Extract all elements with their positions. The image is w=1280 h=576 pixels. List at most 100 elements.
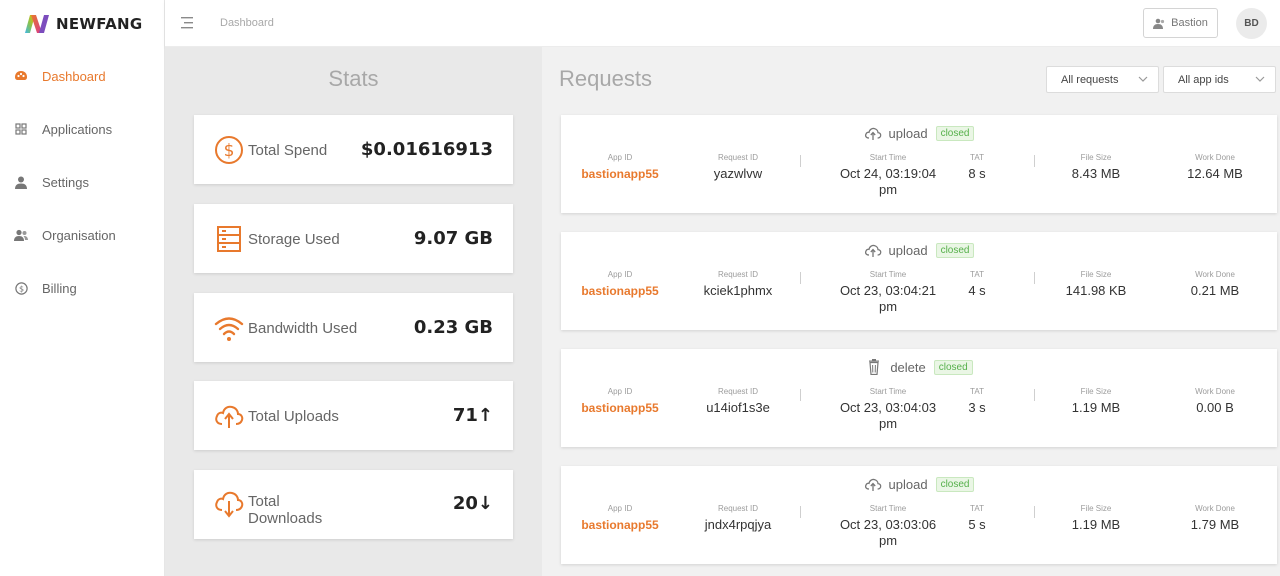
request-card[interactable]: delete closed App ID bastionapp55 Reques… [561, 349, 1277, 447]
work-done-column: Work Done 1.79 MB [1156, 504, 1274, 533]
tat-value: 8 s [968, 166, 986, 181]
brand-name: NEWFANG [56, 15, 143, 33]
app-id-link[interactable]: bastionapp55 [561, 166, 679, 182]
column-header: Start Time [869, 504, 907, 513]
stat-card-total-uploads: Total Uploads 71↑ [194, 381, 513, 450]
column-header: Request ID [717, 504, 759, 513]
start-time-column: Start Time Oct 23, 03:03:06 pm [821, 504, 955, 549]
sidebar-item-organisation[interactable]: Organisation [0, 220, 165, 250]
request-card[interactable]: upload closed App ID bastionapp55 Reques… [561, 115, 1277, 213]
column-header: TAT [970, 153, 984, 162]
tat-column: TAT 5 s [955, 504, 999, 533]
user-icon [1153, 18, 1165, 29]
tat-value: 4 s [968, 283, 986, 298]
user-icon [14, 175, 28, 189]
stats-panel: Stats $ Total Spend $0.01616913 Storage … [165, 47, 542, 576]
cloud-upload-icon [864, 127, 881, 140]
request-type-filter[interactable]: All requests [1046, 66, 1159, 93]
app-id-column: App ID bastionapp55 [561, 153, 679, 182]
request-type: delete [890, 359, 926, 375]
app-id-filter[interactable]: All app ids [1163, 66, 1276, 93]
column-header: File Size [1080, 270, 1112, 279]
request-type: upload [888, 125, 928, 141]
newfang-logo-icon [25, 15, 49, 33]
brand-logo[interactable]: NEWFANG [22, 12, 142, 36]
svg-text:$: $ [18, 284, 23, 293]
storage-icon [217, 226, 241, 252]
start-time-column: Start Time Oct 23, 03:04:21 pm [821, 270, 955, 315]
user-button[interactable]: Bastion [1143, 8, 1218, 38]
app-id-link[interactable]: bastionapp55 [561, 283, 679, 299]
request-id-value: u14iof1s3e [706, 400, 770, 415]
cloud-upload-icon [215, 405, 244, 428]
sidebar-item-billing[interactable]: $ Billing [0, 273, 165, 303]
sidebar-item-settings[interactable]: Settings [0, 167, 165, 197]
column-header: App ID [607, 270, 633, 279]
hamburger-menu-icon[interactable] [181, 16, 197, 30]
column-header: TAT [970, 504, 984, 513]
column-divider [800, 506, 801, 518]
column-header: Start Time [869, 153, 907, 162]
request-header: upload closed [561, 123, 1277, 143]
palette-icon [14, 69, 28, 83]
dollar-circle-icon: $ [14, 281, 28, 295]
stats-title: Stats [328, 66, 379, 91]
app-id-link[interactable]: bastionapp55 [561, 400, 679, 416]
users-icon [14, 228, 28, 242]
column-header: File Size [1080, 387, 1112, 396]
column-header: Start Time [869, 387, 907, 396]
tat-column: TAT 3 s [955, 387, 999, 416]
stat-card-total-downloads: Total Downloads 20↓ [194, 470, 513, 539]
requests-title: Requests [559, 66, 652, 91]
column-header: App ID [607, 153, 633, 162]
requests-panel: Requests All requests All app ids upload… [542, 47, 1280, 576]
avatar[interactable]: BD [1236, 8, 1267, 39]
request-id-column: Request ID yazwlvw [679, 153, 797, 182]
column-header: App ID [607, 504, 633, 513]
app-id-link[interactable]: bastionapp55 [561, 517, 679, 533]
tat-value: 5 s [968, 517, 986, 532]
app-id-column: App ID bastionapp55 [561, 387, 679, 416]
file-size-value: 1.19 MB [1071, 517, 1121, 532]
sidebar-item-dashboard[interactable]: Dashboard [0, 61, 165, 91]
start-time-value: Oct 23, 03:03:06 pm [839, 517, 937, 548]
column-divider [800, 272, 801, 284]
column-header: TAT [970, 387, 984, 396]
column-divider [1034, 155, 1035, 167]
work-done-column: Work Done 0.00 B [1156, 387, 1274, 416]
column-header: File Size [1080, 504, 1112, 513]
app-id-column: App ID bastionapp55 [561, 504, 679, 533]
filter-selected-value: All app ids [1178, 73, 1229, 86]
sidebar: NEWFANG Dashboard Applications Settings … [0, 0, 165, 576]
column-header: Work Done [1195, 387, 1235, 396]
request-type: upload [888, 242, 928, 258]
sidebar-item-applications[interactable]: Applications [0, 114, 165, 144]
cloud-upload-icon [864, 478, 881, 491]
breadcrumb[interactable]: Dashboard [220, 17, 274, 29]
cloud-download-icon [215, 491, 244, 518]
request-id-column: Request ID u14iof1s3e [679, 387, 797, 416]
start-time-column: Start Time Oct 23, 03:04:03 pm [821, 387, 955, 432]
chevron-down-icon [1255, 76, 1265, 82]
status-badge: closed [935, 476, 975, 492]
sidebar-item-label: Billing [42, 280, 77, 296]
column-header: Work Done [1195, 504, 1235, 513]
request-id-column: Request ID kciek1phmx [679, 270, 797, 299]
request-card[interactable]: upload closed App ID bastionapp55 Reques… [561, 466, 1277, 564]
request-type: upload [888, 476, 928, 492]
stat-value: $0.01616913 [360, 139, 493, 160]
column-header: File Size [1080, 153, 1112, 162]
filter-selected-value: All requests [1061, 73, 1119, 86]
grid-icon [14, 122, 28, 136]
start-time-value: Oct 23, 03:04:03 pm [839, 400, 937, 431]
stat-card-storage-used: Storage Used 9.07 GB [194, 204, 513, 273]
chevron-down-icon [1138, 76, 1148, 82]
stat-label: Storage Used [248, 231, 340, 248]
stat-value: 71↑ [452, 405, 493, 426]
file-size-column: File Size 1.19 MB [1037, 504, 1155, 533]
wifi-icon [214, 317, 244, 341]
sidebar-item-label: Dashboard [42, 68, 106, 84]
column-header: Request ID [717, 153, 759, 162]
column-header: App ID [607, 387, 633, 396]
request-card[interactable]: upload closed App ID bastionapp55 Reques… [561, 232, 1277, 330]
